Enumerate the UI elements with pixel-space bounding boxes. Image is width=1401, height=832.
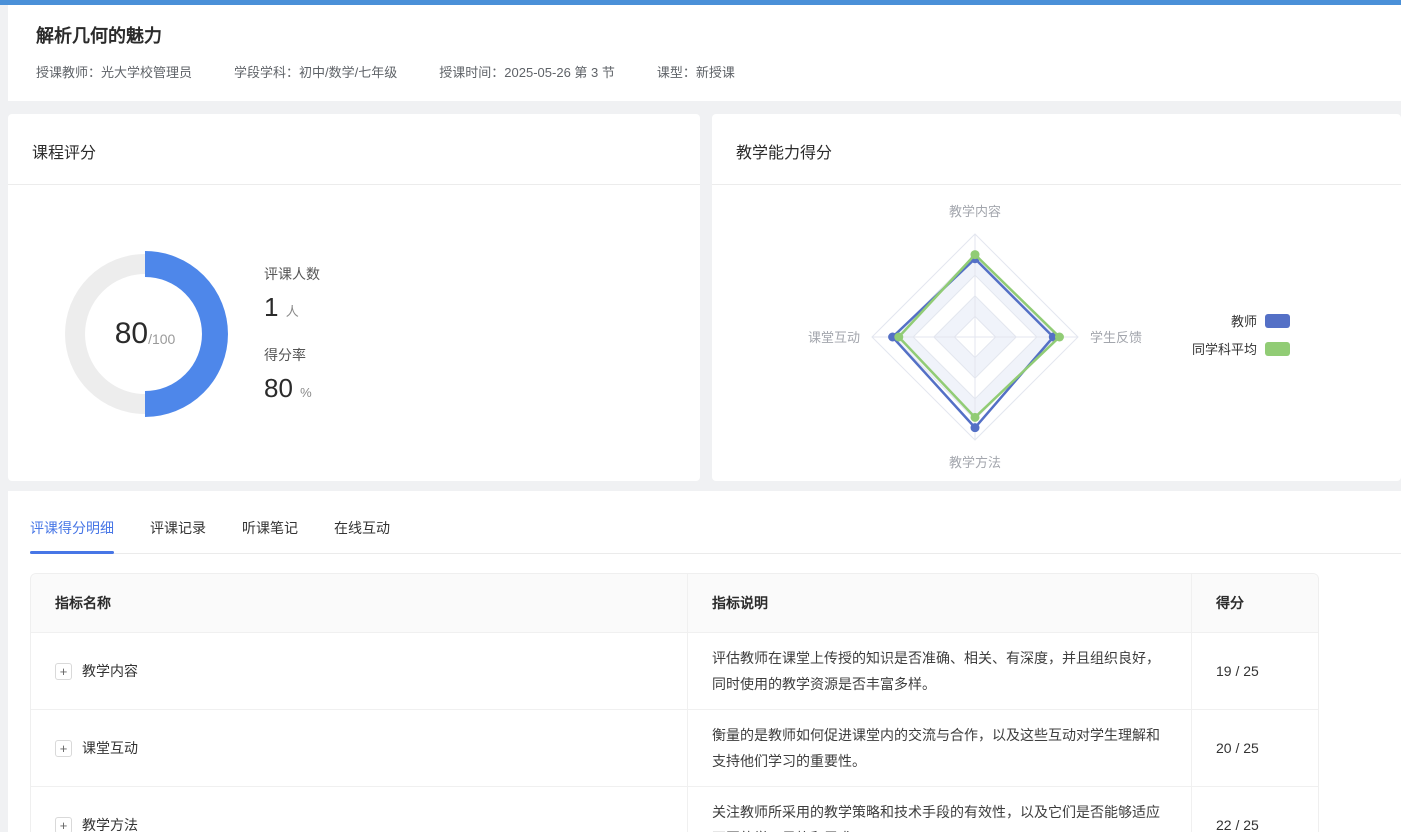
meta-grade-subject: 学段学科：初中/数学/七年级 (234, 62, 397, 81)
tab-listening-notes[interactable]: 听课笔记 (242, 518, 298, 553)
page-title: 解析几何的魅力 (36, 22, 1373, 48)
indicator-desc: 关注教师所采用的教学策略和技术手段的有效性，以及它们是否能够适应不同的学习风格和… (687, 787, 1191, 832)
course-meta: 授课教师：光大学校管理员 学段学科：初中/数学/七年级 授课时间：2025-05… (36, 62, 1373, 81)
svg-text:教学内容: 教学内容 (949, 204, 1001, 219)
legend-item-subject-average[interactable]: 同学科平均 (1192, 339, 1290, 358)
meta-time: 授课时间：2025-05-26 第 3 节 (439, 62, 615, 81)
teaching-ability-card: 教学能力得分 教学内容学生反馈教学方法 课堂互动 教师 同学科平均 (712, 114, 1401, 481)
radar-legend: 教师 同学科平均 (1192, 311, 1290, 367)
score-donut-chart: 80 /100 (60, 249, 230, 419)
stat-raters: 评课人数 1 人 (264, 264, 320, 323)
expand-icon[interactable]: + (55, 663, 72, 680)
donut-center-label: 80 /100 (60, 249, 230, 419)
course-score-title: 课程评分 (8, 114, 700, 185)
tab-evaluation-records[interactable]: 评课记录 (150, 518, 206, 553)
teaching-ability-title: 教学能力得分 (712, 114, 1401, 185)
legend-item-teacher[interactable]: 教师 (1192, 311, 1290, 330)
indicator-score: 20 / 25 (1191, 710, 1318, 786)
legend-swatch-subject-average (1265, 342, 1290, 356)
score-max: /100 (148, 331, 175, 347)
tab-online-interaction[interactable]: 在线互动 (334, 518, 390, 553)
expand-icon[interactable]: + (55, 740, 72, 757)
expand-icon[interactable]: + (55, 817, 72, 832)
indicator-name: 课堂互动 (82, 738, 138, 758)
course-score-card: 课程评分 80 /100 评课人数 1 人 得分率 80 (8, 114, 700, 481)
svg-text:课堂互动: 课堂互动 (808, 330, 860, 345)
svg-text:学生反馈: 学生反馈 (1090, 330, 1142, 345)
tab-bar: 评课得分明细 评课记录 听课笔记 在线互动 (30, 518, 1401, 554)
header-indicator-desc: 指标说明 (687, 574, 1191, 632)
stat-score-rate: 得分率 80 % (264, 345, 320, 404)
score-value: 80 (115, 317, 148, 351)
indicator-score: 19 / 25 (1191, 633, 1318, 709)
meta-teacher: 授课教师：光大学校管理员 (36, 62, 192, 81)
score-detail-table: 指标名称 指标说明 得分 + 教学内容 评估教师在课堂上传授的知识是否准确、相关… (30, 573, 1319, 832)
indicator-desc: 评估教师在课堂上传授的知识是否准确、相关、有深度，并且组织良好，同时使用的教学资… (687, 633, 1191, 709)
table-header-row: 指标名称 指标说明 得分 (31, 574, 1318, 633)
ability-radar-chart: 教学内容学生反馈教学方法 课堂互动 (795, 187, 1155, 481)
tab-score-detail[interactable]: 评课得分明细 (30, 518, 114, 553)
indicator-name: 教学内容 (82, 661, 138, 681)
table-row: + 教学内容 评估教师在课堂上传授的知识是否准确、相关、有深度，并且组织良好，同… (31, 633, 1318, 710)
indicator-desc: 衡量的是教师如何促进课堂内的交流与合作，以及这些互动对学生理解和支持他们学习的重… (687, 710, 1191, 786)
indicator-name: 教学方法 (82, 815, 138, 832)
meta-course-type: 课型：新授课 (657, 62, 735, 81)
header-indicator-name: 指标名称 (31, 574, 687, 632)
table-row: + 课堂互动 衡量的是教师如何促进课堂内的交流与合作，以及这些互动对学生理解和支… (31, 710, 1318, 787)
table-row: + 教学方法 关注教师所采用的教学策略和技术手段的有效性，以及它们是否能够适应不… (31, 787, 1318, 832)
header-score: 得分 (1191, 574, 1318, 632)
svg-text:教学方法: 教学方法 (949, 455, 1001, 470)
evaluation-detail-card: 评课得分明细 评课记录 听课笔记 在线互动 指标名称 指标说明 得分 + 教学内… (8, 491, 1401, 832)
course-header: 解析几何的魅力 授课教师：光大学校管理员 学段学科：初中/数学/七年级 授课时间… (8, 5, 1401, 101)
indicator-score: 22 / 25 (1191, 787, 1318, 832)
legend-swatch-teacher (1265, 314, 1290, 328)
